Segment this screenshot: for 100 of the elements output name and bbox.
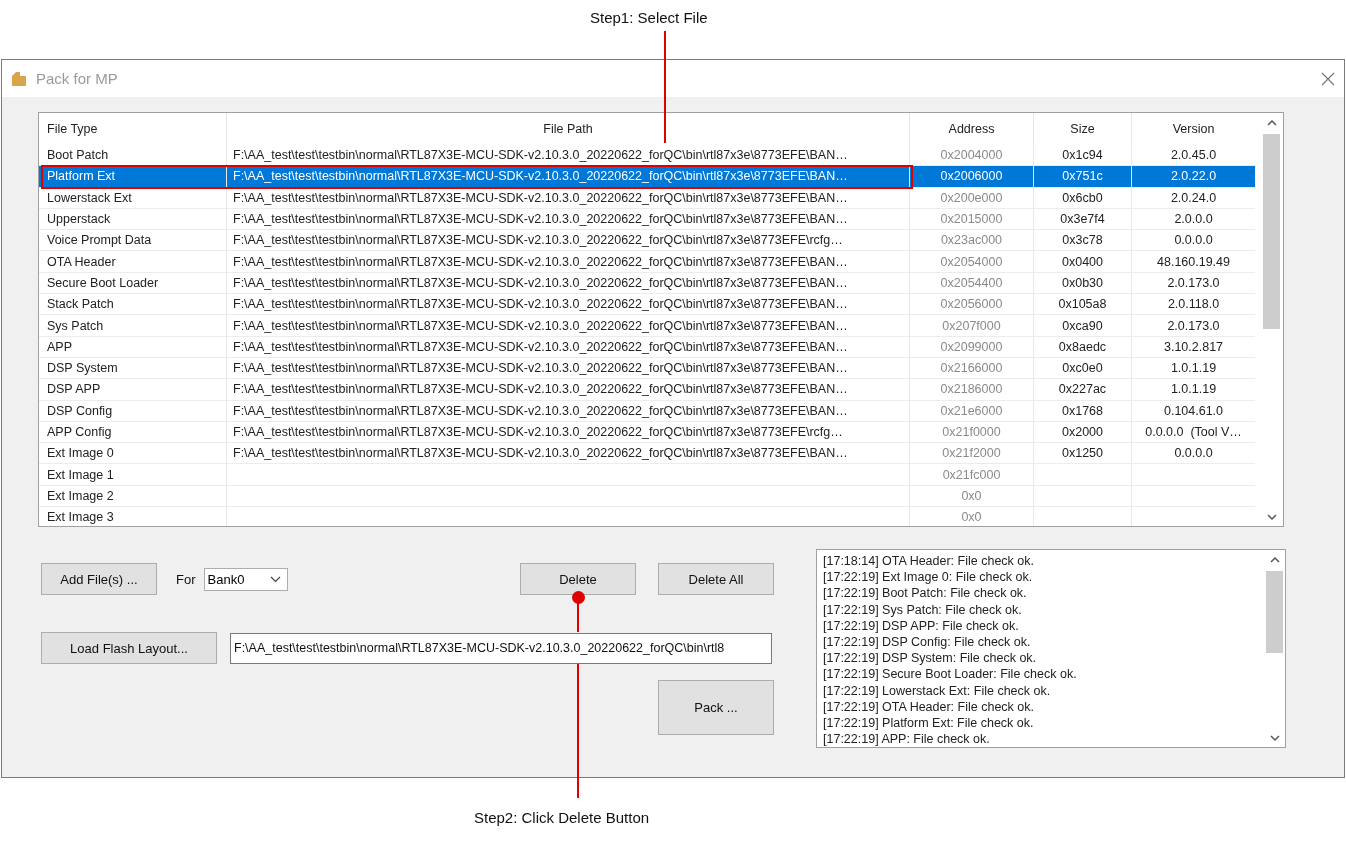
table-cell: Ext Image 2 [47,488,114,503]
table-cell: F:\AA_test\test\testbin\normal\RTL87X3E-MCU-SDK-v2.10.3.0_20220622_forQC\bin\rtl87x3e\8773EFE\BAN… [233,190,848,205]
table-cell: Ext Image 1 [47,467,114,482]
scroll-thumb[interactable] [1266,571,1283,653]
table-cell: 2.0.173.0 [1167,275,1220,290]
table-cell: APP Config [47,425,112,439]
table-cell: 0xca90 [1062,318,1103,333]
scroll-down-icon[interactable] [1269,735,1280,742]
chevron-down-icon [269,575,281,583]
table-cell: 0x227ac [1058,382,1107,397]
log-line: [17:22:19] DSP Config: File check ok. [823,634,1032,651]
table-cell: 0x2006000 [940,169,1003,184]
table-cell: Ext Image 3 [47,510,114,525]
table-cell: 0x2099000 [940,339,1003,354]
table-cell: 2.0.45.0 [1170,148,1217,163]
table-row[interactable]: OTA Header F:\AA_test\test\testbin\normal\RTL87X3E-MCU-SDK-v2.10.3.0_20220622_forQC\bin\rtl87x3e\8773EFE\BAN… 0x2054000 0x0400 48.160.19.49 [39,251,1255,273]
table-row[interactable]: DSP APP F:\AA_test\test\testbin\normal\RTL87X3E-MCU-SDK-v2.10.3.0_20220622_forQC\bin\rtl87x3e\8773EFE\BAN… 0x2186000 0x227ac 1.0.1.19 [39,379,1255,401]
table-cell: 1.0.1.19 [1170,382,1217,397]
column-header[interactable]: File Type [39,113,227,145]
table-row[interactable]: DSP System F:\AA_test\test\testbin\normal\RTL87X3E-MCU-SDK-v2.10.3.0_20220622_forQC\bin\rtl87x3e\8773EFE\BAN… 0x2166000 0xc0e0 1.0.1.19 [39,357,1255,380]
table-row[interactable]: Ext Image 3 0x0 [39,507,1255,526]
table-cell: OTA Header [47,254,116,269]
table-cell: Sys Patch [47,318,104,333]
bank-dropdown[interactable]: Bank0 [203,567,288,591]
annotation-label: Step2: Click Delete Button [474,809,650,826]
table-cell: 0x2054000 [940,254,1003,269]
table-cell: 0x0b30 [1062,275,1103,290]
scroll-up-icon[interactable] [1269,556,1280,563]
table-row[interactable]: APP Config F:\AA_test\test\testbin\normal\RTL87X3E-MCU-SDK-v2.10.3.0_20220622_forQC\bin\rtl87x3e\8773EFE\rcfg… 0x21f0000 0x2000 0.0.0.0 (Tool V… [39,421,1255,444]
table-cell: 0x751c [1062,169,1103,184]
table-row[interactable]: APP F:\AA_test\test\testbin\normal\RTL87X3E-MCU-SDK-v2.10.3.0_20220622_forQC\bin\rtl87x3e\8773EFE\BAN… 0x2099000 0x8aedc 3.10.2.817 [39,336,1255,358]
table-cell: 0x3c78 [1062,233,1103,248]
table-cell: F:\AA_test\test\testbin\normal\RTL87X3E-MCU-SDK-v2.10.3.0_20220622_forQC\bin\rtl87x3e\8773EFE\BAN… [233,148,848,163]
table-row[interactable]: Voice Prompt Data F:\AA_test\test\testbin\normal\RTL87X3E-MCU-SDK-v2.10.3.0_20220622_forQC\bin\rtl87x3e\8773EFE\rcfg… 0x23ac000 0x3c78 0.0.0.0 [39,230,1255,252]
table-cell: F:\AA_test\test\testbin\normal\RTL87X3E-MCU-SDK-v2.10.3.0_20220622_forQC\bin\rtl87x3e\8773EFE\BAN… [233,297,848,312]
table-cell: 0x1c94 [1062,148,1103,163]
table-cell: 0x21f0000 [942,425,1001,439]
table-cell: F:\AA_test\test\testbin\normal\RTL87X3E-MCU-SDK-v2.10.3.0_20220622_forQC\bin\rtl87x3e\8773EFE\BAN… [233,212,848,227]
pack-button[interactable]: Pack ... [658,680,774,735]
table-cell: 0x105a8 [1058,297,1107,312]
table-cell: 0.0.0.0 [1174,233,1213,248]
table-cell: 0x3e7f4 [1060,212,1105,227]
table-cell: 48.160.19.49 [1157,254,1230,269]
column-header[interactable]: Version [1132,113,1255,145]
table-cell: Secure Boot Loader [47,275,159,290]
log-line: [17:22:19] DSP System: File check ok. [823,650,1038,667]
scroll-down-icon[interactable] [1266,514,1277,521]
table-row[interactable]: Ext Image 2 0x0 [39,485,1255,508]
log-line: [17:22:19] Sys Patch: File check ok. [823,601,1023,618]
table-cell: 0x2186000 [940,382,1003,397]
table-cell: Voice Prompt Data [47,233,152,248]
table-cell: F:\AA_test\test\testbin\normal\RTL87X3E-MCU-SDK-v2.10.3.0_20220622_forQC\bin\rtl87x3e\8773EFE\BAN… [233,169,848,184]
delete-button[interactable]: Delete [520,563,636,595]
close-icon[interactable] [1321,71,1335,86]
table-row[interactable]: Ext Image 0 F:\AA_test\test\testbin\normal\RTL87X3E-MCU-SDK-v2.10.3.0_20220622_forQC\bin\rtl87x3e\8773EFE\BAN… 0x21f2000 0x1250 0.0.0.0 [39,443,1255,465]
table-cell: 0x6cb0 [1062,190,1103,205]
scroll-up-icon[interactable] [1266,119,1277,126]
table-row[interactable]: Upperstack F:\AA_test\test\testbin\normal\RTL87X3E-MCU-SDK-v2.10.3.0_20220622_forQC\bin\rtl87x3e\8773EFE\BAN… 0x2015000 0x3e7f4 2.0.0.0 [39,208,1255,231]
table-row[interactable]: DSP Config F:\AA_test\test\testbin\normal\RTL87X3E-MCU-SDK-v2.10.3.0_20220622_forQC\bin\rtl87x3e\8773EFE\BAN… 0x21e6000 0x1768 0.104.61.0 [39,400,1255,422]
column-header[interactable]: Address [910,113,1034,145]
flash-layout-path-field[interactable]: F:\AA_test\test\testbin\normal\RTL87X3E-MCU-SDK-v2.10.3.0_20220622_forQC\bin\rtl8 [230,632,772,664]
table-cell: 0x1768 [1062,403,1103,418]
table-cell: 0x2166000 [940,361,1003,376]
log-line: [17:22:19] OTA Header: File check ok. [823,698,1035,716]
delete-all-button[interactable]: Delete All [658,563,774,595]
table-cell: 2.0.22.0 [1170,169,1217,184]
table-row[interactable]: Ext Image 1 0x21fc000 [39,464,1255,486]
column-header[interactable]: Size [1034,113,1132,145]
table-row[interactable]: Lowerstack Ext F:\AA_test\test\testbin\normal\RTL87X3E-MCU-SDK-v2.10.3.0_20220622_forQC\bin\rtl87x3e\8773EFE\BAN… 0x200e000 0x6cb0 2.0.24.0 [39,187,1255,209]
table-cell: Boot Patch [47,148,109,163]
table-cell: 0x207f000 [942,318,1001,333]
table-cell: F:\AA_test\test\testbin\normal\RTL87X3E-MCU-SDK-v2.10.3.0_20220622_forQC\bin\rtl87x3e\8773EFE\BAN… [233,339,848,354]
table-cell: 0x21f2000 [942,446,1001,461]
table-row[interactable]: Stack Patch F:\AA_test\test\testbin\normal\RTL87X3E-MCU-SDK-v2.10.3.0_20220622_forQC\bin\rtl87x3e\8773EFE\BAN… 0x2056000 0x105a8 2.0.118.0 [39,294,1255,316]
table-row[interactable]: Secure Boot Loader F:\AA_test\test\testbin\normal\RTL87X3E-MCU-SDK-v2.10.3.0_20220622_forQC\bin\rtl87x3e\8773EFE\BAN… 0x2054400 0x0b30 2.0.173.0 [39,272,1255,295]
leader-line [577,602,579,632]
table-cell: F:\AA_test\test\testbin\normal\RTL87X3E-MCU-SDK-v2.10.3.0_20220622_forQC\bin\rtl87x3e\8773EFE\BAN… [233,275,848,290]
log-line: [17:18:14] OTA Header: File check ok. [823,553,1035,570]
table-cell: Stack Patch [47,297,114,312]
table-cell: Lowerstack Ext [47,190,132,205]
table-row[interactable]: Sys Patch F:\AA_test\test\testbin\normal\RTL87X3E-MCU-SDK-v2.10.3.0_20220622_forQC\bin\rtl87x3e\8773EFE\BAN… 0x207f000 0xca90 2.0.173.0 [39,315,1255,337]
table-cell: 1.0.1.19 [1170,361,1217,376]
scroll-thumb[interactable] [1263,134,1280,329]
table-cell: 0x2056000 [940,297,1003,312]
table-cell: APP [47,339,72,354]
table-cell: 0xc0e0 [1062,361,1103,376]
table-cell: F:\AA_test\test\testbin\normal\RTL87X3E-MCU-SDK-v2.10.3.0_20220622_forQC\bin\rtl87x3e\8773EFE\BAN… [233,254,848,269]
table-cell: Platform Ext [47,169,116,184]
table-cell: 0x0400 [1062,254,1103,269]
window-title: Pack for MP [36,70,118,87]
table-cell: 0x1250 [1062,446,1103,461]
table-cell: 0x8aedc [1058,339,1107,354]
log-line: [17:22:19] Lowerstack Ext: File check ok. [823,682,1052,699]
table-cell: F:\AA_test\test\testbin\normal\RTL87X3E-MCU-SDK-v2.10.3.0_20220622_forQC\bin\rtl87x3e\8773EFE\BAN… [233,382,848,397]
log-line: [17:22:19] Boot Patch: File check ok. [823,585,1028,602]
load-flash-layout-button[interactable]: Load Flash Layout... [41,632,217,664]
bank-label: For [176,571,196,587]
log-line: [17:22:19] Secure Boot Loader: File check ok. [823,666,1078,683]
add-files-button[interactable]: Add File(s) ... [41,563,157,595]
log-line: [17:22:19] DSP APP: File check ok. [823,617,1020,634]
